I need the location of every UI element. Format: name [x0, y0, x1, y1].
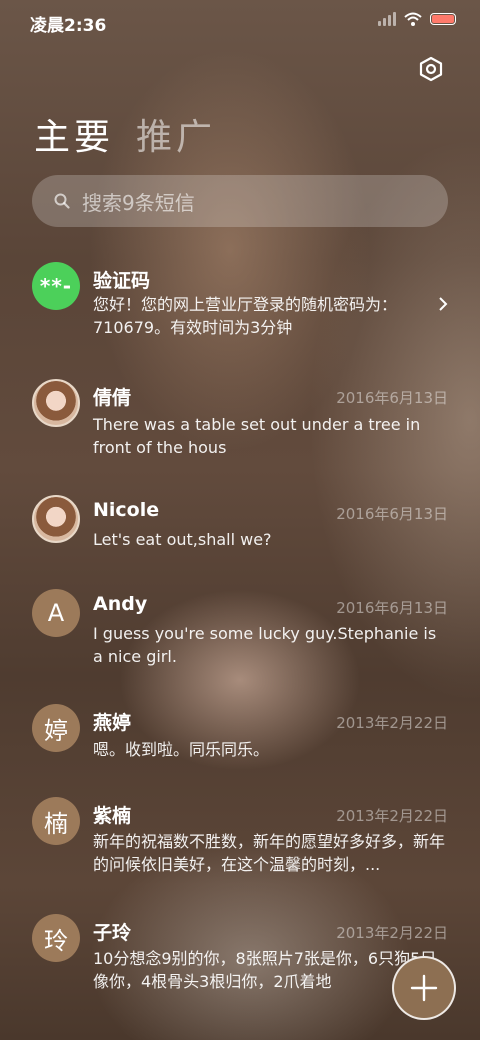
- compose-button[interactable]: [392, 956, 456, 1020]
- message-preview: 您好！您的网上营业厅登录的随机密码为：710679。有效时间为3分钟: [93, 295, 398, 337]
- contact-name: 紫楠: [93, 805, 132, 827]
- search-icon: [54, 193, 70, 209]
- message-date: 2016年6月13日: [336, 389, 448, 407]
- message-preview: 嗯。收到啦。同乐同乐。: [93, 740, 270, 759]
- plus-icon: [410, 974, 438, 1002]
- message-preview: Let's eat out,shall we?: [93, 530, 272, 549]
- contact-name: Nicole: [93, 499, 160, 521]
- message-preview: I guess you're some lucky guy.Stephanie …: [93, 624, 437, 666]
- chevron-right-icon[interactable]: [436, 297, 450, 311]
- gear-icon[interactable]: [418, 56, 444, 82]
- conversation-item[interactable]: A Andy 2016年6月13日 I guess you're some lu…: [0, 589, 480, 669]
- avatar: A: [32, 589, 80, 637]
- signal-icon: [378, 12, 396, 26]
- avatar: **-: [32, 262, 80, 310]
- avatar: 婷: [32, 704, 80, 752]
- message-date: 2016年6月13日: [336, 505, 448, 523]
- conversation-item[interactable]: 倩倩 2016年6月13日 There was a table set out …: [0, 379, 480, 459]
- message-preview: 新年的祝福数不胜数，新年的愿望好多好多，新年的问候依旧美好，在这个温馨的时刻，.…: [93, 832, 445, 874]
- avatar: 玲: [32, 914, 80, 962]
- search-input[interactable]: 搜索9条短信: [32, 175, 448, 227]
- message-date: 2013年2月22日: [336, 807, 448, 825]
- message-preview: There was a table set out under a tree i…: [93, 415, 421, 457]
- message-date: 2016年6月13日: [336, 599, 448, 617]
- search-placeholder: 搜索9条短信: [82, 190, 195, 215]
- avatar: [32, 495, 80, 543]
- message-date: 2013年2月22日: [336, 714, 448, 732]
- battery-icon: [430, 13, 456, 25]
- message-date: 2013年2月22日: [336, 924, 448, 942]
- contact-name: Andy: [93, 593, 148, 615]
- status-icons: [378, 12, 456, 26]
- avatar: [32, 379, 80, 427]
- contact-name: 验证码: [93, 270, 151, 292]
- contact-name: 倩倩: [93, 387, 132, 409]
- conversation-item[interactable]: 婷 燕婷 2013年2月22日 嗯。收到啦。同乐同乐。: [0, 704, 480, 764]
- wifi-icon: [404, 12, 422, 26]
- status-time: 凌晨2:36: [30, 16, 107, 36]
- conversation-item[interactable]: **- 验证码 您好！您的网上营业厅登录的随机密码为：710679。有效时间为3…: [0, 262, 480, 352]
- avatar: 楠: [32, 797, 80, 845]
- conversation-item[interactable]: Nicole 2016年6月13日 Let's eat out,shall we…: [0, 495, 480, 555]
- conversation-item[interactable]: 楠 紫楠 2013年2月22日 新年的祝福数不胜数，新年的愿望好多好多，新年的问…: [0, 797, 480, 887]
- tab-main[interactable]: 主要: [34, 108, 114, 160]
- contact-name: 子玲: [93, 922, 132, 944]
- tab-promo[interactable]: 推广: [136, 108, 216, 160]
- contact-name: 燕婷: [93, 712, 132, 734]
- tab-bar: 主要 推广: [34, 108, 216, 160]
